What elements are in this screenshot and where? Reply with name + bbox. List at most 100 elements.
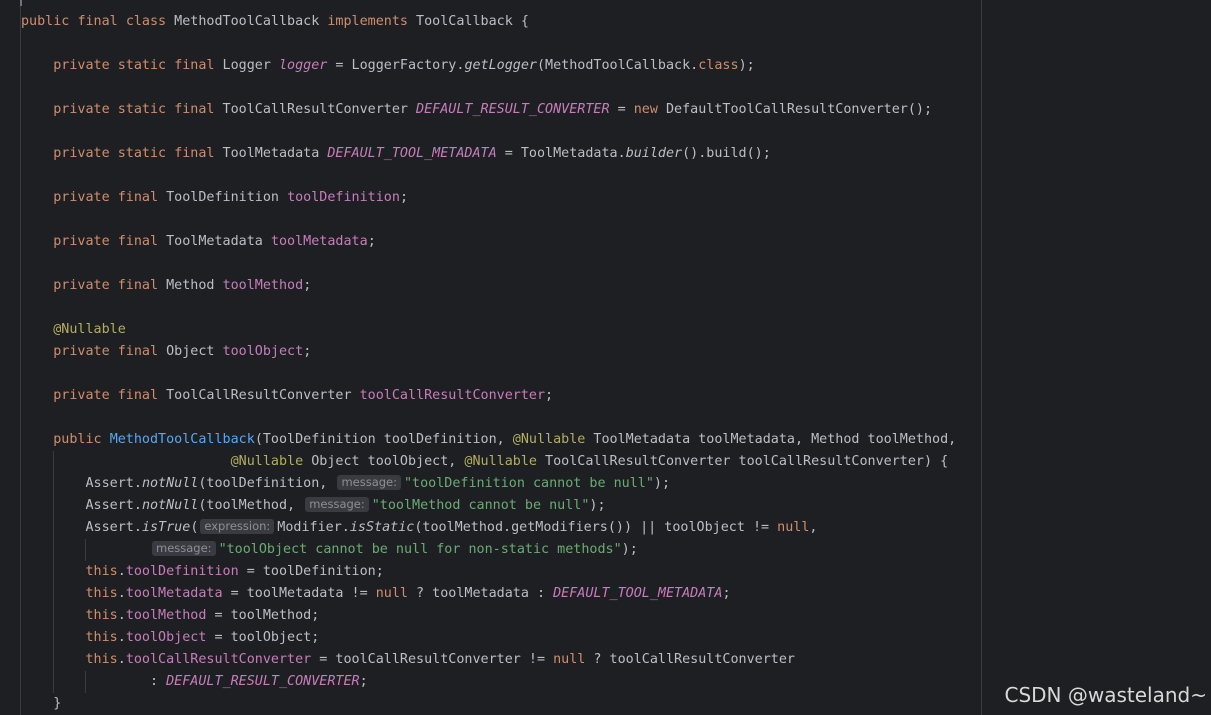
code-line[interactable]: public MethodToolCallback(ToolDefinition… bbox=[21, 429, 956, 451]
code-token: private bbox=[53, 234, 110, 249]
code-token: = LoggerFactory. bbox=[327, 58, 465, 73]
code-token: isTrue bbox=[141, 520, 191, 535]
code-line[interactable] bbox=[21, 407, 956, 429]
code-token: ; bbox=[367, 234, 376, 249]
code-line[interactable]: this.toolMethod = toolMethod; bbox=[21, 605, 956, 627]
code-token: isStatic bbox=[349, 520, 415, 535]
code-line[interactable] bbox=[21, 253, 956, 275]
code-token: ); bbox=[738, 58, 755, 73]
code-token: DEFAULT_TOOL_METADATA bbox=[553, 586, 723, 601]
code-token: this bbox=[85, 564, 118, 579]
code-line[interactable] bbox=[21, 121, 956, 143]
code-line[interactable]: private static final ToolMetadata DEFAUL… bbox=[21, 143, 956, 165]
code-token: Modifier. bbox=[277, 520, 350, 535]
code-token: null bbox=[553, 652, 586, 667]
parameter-hint: expression: bbox=[200, 519, 275, 534]
code-line[interactable] bbox=[21, 77, 956, 99]
code-token: this bbox=[85, 586, 118, 601]
code-token: , bbox=[809, 520, 818, 535]
code-line[interactable] bbox=[21, 165, 956, 187]
code-token: ( bbox=[190, 520, 199, 535]
code-token: ToolCallResultConverter bbox=[214, 102, 417, 117]
code-lines[interactable]: public final class MethodToolCallback im… bbox=[21, 11, 956, 715]
code-token: getLogger bbox=[464, 58, 537, 73]
code-token: . bbox=[117, 608, 126, 623]
code-token: @Nullable bbox=[53, 322, 126, 337]
code-line[interactable] bbox=[21, 33, 956, 55]
code-line[interactable]: Assert.notNull(toolDefinition, message: "… bbox=[21, 473, 956, 495]
code-line[interactable]: Assert.isTrue(expression: Modifier.isStat… bbox=[21, 517, 956, 539]
code-line[interactable]: this.toolCallResultConverter = toolCallR… bbox=[21, 649, 956, 671]
code-token: @Nullable bbox=[512, 432, 586, 447]
code-token: (toolDefinition, bbox=[198, 476, 336, 491]
code-token: private bbox=[53, 278, 110, 293]
code-token: private bbox=[53, 388, 110, 403]
code-line[interactable] bbox=[21, 209, 956, 231]
code-line[interactable]: private final ToolDefinition toolDefinit… bbox=[21, 187, 956, 209]
code-line[interactable]: } bbox=[21, 693, 956, 715]
code-token: static bbox=[117, 146, 167, 161]
code-line[interactable]: @Nullable bbox=[21, 319, 956, 341]
code-token: notNull bbox=[141, 476, 199, 491]
code-token: ; bbox=[399, 190, 408, 205]
code-token: ; bbox=[303, 344, 312, 359]
code-editor[interactable]: public final class MethodToolCallback im… bbox=[0, 0, 1211, 715]
code-line[interactable] bbox=[21, 297, 956, 319]
code-token: final bbox=[77, 14, 118, 29]
code-token: ); bbox=[589, 498, 606, 513]
code-token: final bbox=[117, 344, 159, 359]
code-token: class bbox=[698, 58, 739, 73]
code-line[interactable]: @Nullable Object toolObject, @Nullable T… bbox=[21, 451, 956, 473]
fold-marker bbox=[20, 0, 22, 6]
code-line[interactable]: private final Method toolMethod; bbox=[21, 275, 956, 297]
code-line[interactable]: message: "toolObject cannot be null for n… bbox=[21, 539, 956, 561]
code-line[interactable]: private final ToolMetadata toolMetadata; bbox=[21, 231, 956, 253]
code-token: Object bbox=[158, 344, 223, 359]
code-token: ToolCallback { bbox=[408, 14, 529, 29]
code-line[interactable]: private final ToolCallResultConverter to… bbox=[21, 385, 956, 407]
code-token: static bbox=[117, 102, 167, 117]
code-line[interactable]: this.toolObject = toolObject; bbox=[21, 627, 956, 649]
code-token: (toolMethod.getModifiers()) || toolObjec… bbox=[414, 520, 778, 535]
code-token: final bbox=[117, 278, 159, 293]
code-line[interactable]: this.toolMetadata = toolMetadata != null… bbox=[21, 583, 956, 605]
code-token: . bbox=[117, 564, 126, 579]
code-token: final bbox=[117, 388, 159, 403]
code-line[interactable]: public final class MethodToolCallback im… bbox=[21, 11, 956, 33]
code-token: toolObject bbox=[222, 344, 304, 359]
code-line[interactable]: : DEFAULT_RESULT_CONVERTER; bbox=[21, 671, 956, 693]
code-token: notNull bbox=[141, 498, 199, 513]
code-token: toolObject bbox=[125, 630, 207, 645]
code-token: this bbox=[85, 608, 118, 623]
code-token: ().build(); bbox=[682, 146, 771, 161]
code-token: @Nullable bbox=[464, 454, 537, 469]
parameter-hint: message: bbox=[305, 497, 369, 512]
code-token: public bbox=[21, 14, 70, 29]
code-token: "toolDefinition cannot be null" bbox=[404, 476, 654, 491]
code-token: "toolMethod cannot be null" bbox=[371, 498, 590, 513]
code-line[interactable]: private static final Logger logger = Log… bbox=[21, 55, 956, 77]
code-token: Method bbox=[158, 278, 223, 293]
code-line[interactable]: private final Object toolObject; bbox=[21, 341, 956, 363]
code-line[interactable]: Assert.notNull(toolMethod, message: "tool… bbox=[21, 495, 956, 517]
code-line[interactable]: private static final ToolCallResultConve… bbox=[21, 99, 956, 121]
code-token: final bbox=[117, 234, 159, 249]
code-token: implements bbox=[327, 14, 408, 29]
code-token: new bbox=[633, 102, 658, 117]
code-line[interactable] bbox=[21, 363, 956, 385]
code-line[interactable]: this.toolDefinition = toolDefinition; bbox=[21, 561, 956, 583]
